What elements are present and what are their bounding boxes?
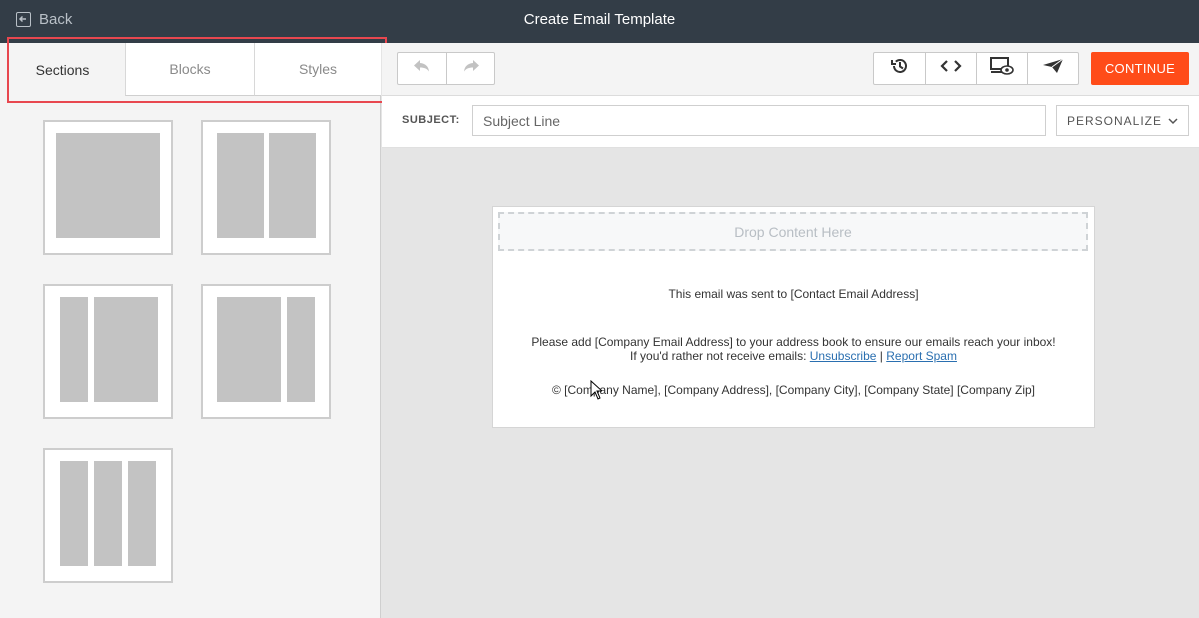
- personalize-dropdown[interactable]: PERSONALIZE: [1056, 105, 1189, 136]
- continue-button[interactable]: CONTINUE: [1091, 52, 1189, 85]
- subject-row: SUBJECT: PERSONALIZE: [382, 96, 1199, 148]
- left-panel: Sections Blocks Styles: [0, 37, 387, 618]
- code-icon: [940, 59, 962, 78]
- history-icon: [890, 56, 910, 81]
- layout-column: [287, 297, 315, 402]
- link-separator: |: [879, 349, 883, 363]
- layout-column: [217, 297, 281, 402]
- history-button[interactable]: [874, 53, 925, 84]
- code-button[interactable]: [925, 53, 976, 84]
- sent-to-text: This email was sent to [Contact Email Ad…: [668, 287, 919, 301]
- layout-two-column[interactable]: [201, 120, 331, 255]
- page-title: Create Email Template: [523, 11, 676, 28]
- unsubscribe-link[interactable]: Unsubscribe: [810, 349, 877, 363]
- layout-column: [60, 461, 88, 566]
- layout-column: [94, 461, 122, 566]
- undo-button[interactable]: [398, 53, 446, 84]
- opt-out-text: If you'd rather not receive emails:: [630, 349, 807, 363]
- mouse-cursor-icon: [590, 379, 604, 405]
- undo-redo-group: [397, 52, 495, 85]
- layout-one-column[interactable]: [43, 120, 173, 255]
- toolbar: CONTINUE: [382, 43, 1199, 96]
- layout-wide-narrow[interactable]: [201, 284, 331, 419]
- undo-icon: [413, 59, 431, 78]
- tab-blocks[interactable]: Blocks: [125, 43, 254, 96]
- preview-button[interactable]: [976, 53, 1027, 84]
- action-group: [873, 52, 1079, 85]
- layout-column: [269, 133, 316, 238]
- layout-three-column[interactable]: [43, 448, 173, 583]
- send-test-icon: [1042, 58, 1064, 79]
- layout-column: [60, 297, 88, 402]
- layout-column: [217, 133, 264, 238]
- report-spam-link[interactable]: Report Spam: [886, 349, 957, 363]
- panel-tabs: Sections Blocks Styles: [0, 43, 381, 96]
- redo-icon: [462, 59, 480, 78]
- tab-styles[interactable]: Styles: [254, 43, 381, 96]
- subject-label: SUBJECT:: [402, 114, 460, 126]
- top-bar: Back Create Email Template: [0, 0, 1199, 43]
- send-test-button[interactable]: [1027, 53, 1078, 84]
- personalize-label: PERSONALIZE: [1066, 113, 1163, 128]
- tab-sections[interactable]: Sections: [0, 43, 125, 96]
- redo-button[interactable]: [446, 53, 494, 84]
- preview-icon: [990, 57, 1014, 80]
- chevron-down-icon: [1168, 114, 1178, 128]
- opt-out-line: If you'd rather not receive emails: Unsu…: [493, 349, 1094, 363]
- layout-column: [94, 297, 158, 402]
- drop-zone[interactable]: Drop Content Here: [498, 212, 1088, 251]
- company-address-text: © [Company Name], [Company Address], [Co…: [551, 383, 1036, 397]
- layout-column: [128, 461, 156, 566]
- layout-narrow-wide[interactable]: [43, 284, 173, 419]
- subject-input[interactable]: [472, 105, 1046, 136]
- email-canvas: Drop Content Here This email was sent to…: [493, 207, 1094, 427]
- address-book-text: Please add [Company Email Address] to yo…: [531, 335, 1056, 349]
- layout-column: [56, 133, 160, 238]
